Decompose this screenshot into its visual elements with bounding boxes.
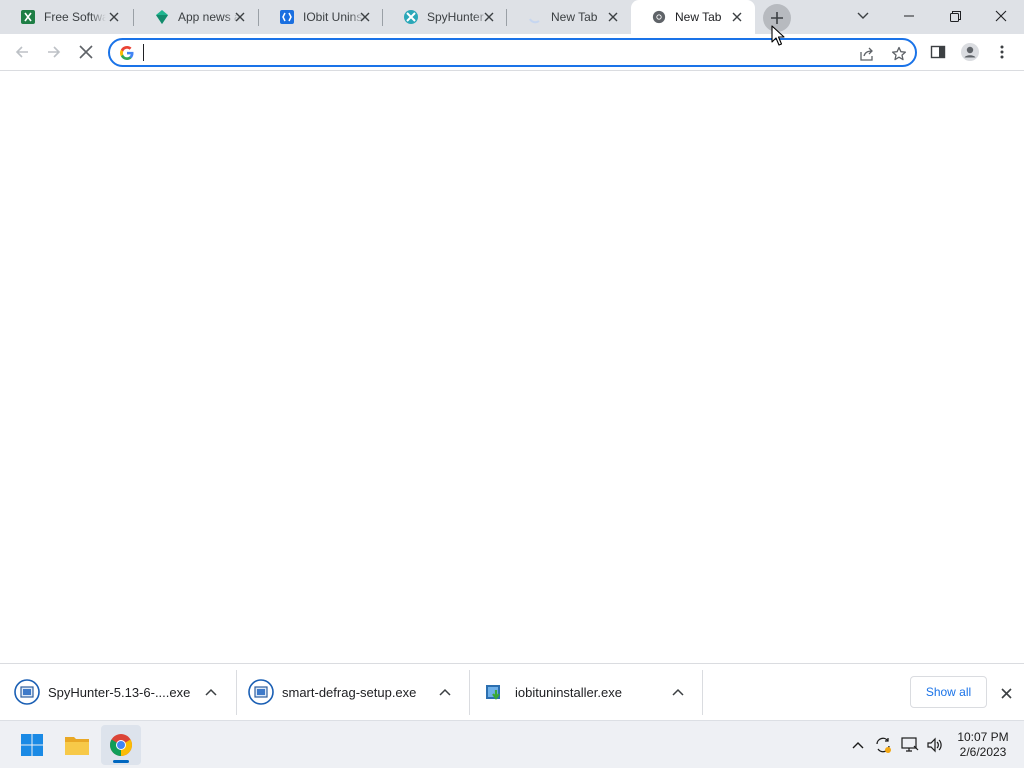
chrome-icon [109, 733, 133, 757]
diamond-favicon-icon [154, 9, 170, 25]
text-caret [143, 44, 144, 61]
restore-icon [949, 10, 961, 22]
page-content [0, 71, 1024, 663]
share-icon[interactable] [856, 43, 878, 65]
tab-title: Free Software [44, 10, 106, 24]
close-tab-icon[interactable] [232, 9, 248, 25]
network-icon[interactable] [900, 735, 920, 755]
tab-spyhunter[interactable]: SpyHunter [383, 0, 507, 34]
clock-time: 10:07 PM [957, 730, 1009, 744]
chevron-up-icon[interactable] [203, 684, 219, 700]
tab-app-news[interactable]: App news and [134, 0, 258, 34]
kebab-menu-icon [1000, 44, 1004, 60]
chrome-menu-button[interactable] [987, 37, 1017, 67]
stop-loading-button[interactable] [71, 37, 101, 67]
stop-loading-icon [79, 45, 93, 59]
close-shelf-icon[interactable] [996, 683, 1016, 703]
show-all-button[interactable]: Show all [910, 676, 987, 708]
forward-button[interactable] [39, 37, 69, 67]
minimize-icon [904, 11, 914, 21]
tab-iobit-uninstaller[interactable]: IObit Uninstaller [259, 0, 383, 34]
browser-toolbar [0, 34, 1024, 71]
side-panel-icon [930, 44, 946, 60]
tab-strip: Free Software App news and IObit Uninsta… [0, 0, 1024, 34]
back-button[interactable] [7, 37, 37, 67]
file-explorer-button[interactable] [57, 725, 97, 765]
download-filename: smart-defrag-setup.exe [282, 685, 417, 700]
chevron-up-icon[interactable] [437, 684, 453, 700]
plus-icon [770, 11, 784, 25]
profile-button[interactable] [955, 37, 985, 67]
download-item[interactable]: SpyHunter-5.13-6-....exe [0, 664, 233, 720]
file-explorer-icon [64, 734, 90, 756]
close-tab-icon[interactable] [605, 9, 621, 25]
download-item[interactable]: smart-defrag-setup.exe [234, 664, 467, 720]
close-tab-icon[interactable] [729, 9, 745, 25]
star-icon[interactable] [888, 43, 910, 65]
volume-icon[interactable] [925, 735, 945, 755]
chevron-up-icon[interactable] [670, 684, 686, 700]
forward-arrow-icon [46, 44, 62, 60]
iobit-favicon-icon [279, 9, 295, 25]
tab-title: New Tab [675, 10, 722, 24]
close-tab-icon[interactable] [481, 9, 497, 25]
taskbar-clock[interactable]: 10:07 PM 2/6/2023 [948, 730, 1018, 760]
back-arrow-icon [14, 44, 30, 60]
omnibox[interactable] [108, 38, 917, 67]
minimize-button[interactable] [886, 0, 932, 32]
tab-search-icon [857, 12, 869, 20]
google-g-icon [119, 45, 135, 61]
chrome-taskbar-button[interactable] [101, 725, 141, 765]
close-window-button[interactable] [978, 0, 1024, 32]
installer-file-icon [248, 679, 274, 705]
download-filename: iobituninstaller.exe [515, 685, 622, 700]
side-panel-button[interactable] [923, 37, 953, 67]
download-separator [702, 670, 703, 715]
chrome-favicon-icon [651, 9, 667, 25]
active-app-indicator [113, 760, 129, 763]
mouse-cursor-icon [771, 25, 785, 47]
tab-new-tab-loading[interactable]: New Tab [507, 0, 631, 34]
start-button[interactable] [12, 725, 52, 765]
close-tab-icon[interactable] [357, 9, 373, 25]
installer-file-icon [14, 679, 40, 705]
download-filename: SpyHunter-5.13-6-....exe [48, 685, 191, 700]
windows-taskbar: 10:07 PM 2/6/2023 [0, 720, 1024, 768]
sync-update-icon[interactable] [873, 735, 893, 755]
tab-free-software[interactable]: Free Software [0, 0, 132, 34]
tab-search-button[interactable] [840, 0, 886, 32]
address-input[interactable] [142, 42, 842, 63]
download-item[interactable]: iobituninstaller.exe [467, 664, 700, 720]
restore-button[interactable] [932, 0, 978, 32]
spreadsheet-favicon-icon [20, 9, 36, 25]
tab-title: App news and [178, 10, 240, 24]
download-shelf: SpyHunter-5.13-6-....exe smart-defrag-se… [0, 663, 1024, 720]
show-hidden-icons-chevron[interactable] [848, 735, 868, 755]
close-icon [995, 10, 1007, 22]
tab-title: IObit Uninstaller [303, 10, 365, 24]
iobit-installer-icon [481, 679, 507, 705]
spyhunter-favicon-icon [403, 9, 419, 25]
windows-start-icon [20, 733, 44, 757]
tab-title: New Tab [551, 10, 598, 24]
profile-icon [960, 42, 980, 62]
clock-date: 2/6/2023 [959, 745, 1007, 759]
tab-title: SpyHunter [427, 10, 484, 24]
close-tab-icon[interactable] [106, 9, 122, 25]
tab-new-tab-active[interactable]: New Tab [631, 0, 755, 34]
loading-spinner-icon [527, 9, 543, 25]
